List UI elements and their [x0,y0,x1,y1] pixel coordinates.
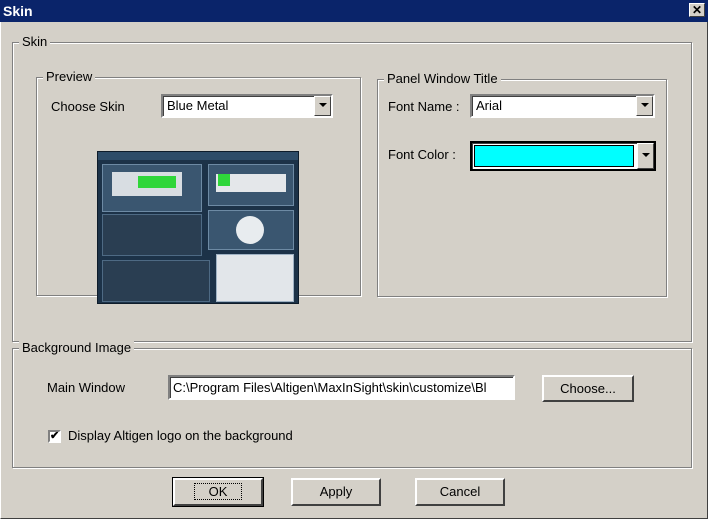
ok-button-label: OK [193,483,243,500]
skin-group-label: Skin [19,34,51,50]
choose-skin-label: Choose Skin [51,99,125,114]
font-color-dropdown-button[interactable] [637,143,654,169]
font-color-dropdown[interactable] [470,141,656,171]
cancel-button[interactable]: Cancel [415,478,505,506]
title-bar: Skin ✕ [0,0,708,22]
font-name-dropdown[interactable]: Arial [470,94,655,118]
font-color-label: Font Color : [388,147,456,162]
apply-button[interactable]: Apply [291,478,381,506]
preview-group-label: Preview [43,69,96,85]
close-icon: ✕ [691,3,703,17]
panel-window-title-label: Panel Window Title [384,71,501,87]
choose-button[interactable]: Choose... [542,375,634,402]
apply-button-label: Apply [319,484,353,499]
window-title: Skin [3,3,33,19]
choose-skin-dropdown-button[interactable] [314,96,331,116]
main-window-path-value: C:\Program Files\Altigen\MaxInSight\skin… [173,380,487,395]
font-name-dropdown-button[interactable] [636,96,653,116]
chevron-down-icon [642,153,650,157]
font-name-value: Arial [476,98,503,113]
display-logo-label[interactable]: Display Altigen logo on the background [68,428,293,444]
choose-button-label: Choose... [560,381,616,396]
close-button[interactable]: ✕ [689,3,705,17]
chevron-down-icon [319,103,327,107]
background-image-label: Background Image [19,340,135,356]
background-image-group: Background Image [12,340,692,468]
checkmark-icon: ✔ [50,430,60,442]
cancel-button-label: Cancel [439,484,481,499]
font-color-swatch [474,145,634,167]
dialog-body: Skin Preview Choose Skin Blue Metal Pane… [0,22,708,519]
main-window-path-field[interactable]: C:\Program Files\Altigen\MaxInSight\skin… [168,375,515,400]
ok-button[interactable]: OK [172,477,264,507]
chevron-down-icon [641,103,649,107]
main-window-label: Main Window [47,380,126,395]
skin-preview-image [97,151,299,304]
font-name-label: Font Name : [388,99,460,114]
choose-skin-value: Blue Metal [167,98,229,113]
display-logo-checkbox[interactable]: ✔ [48,430,61,443]
choose-skin-dropdown[interactable]: Blue Metal [161,94,333,118]
